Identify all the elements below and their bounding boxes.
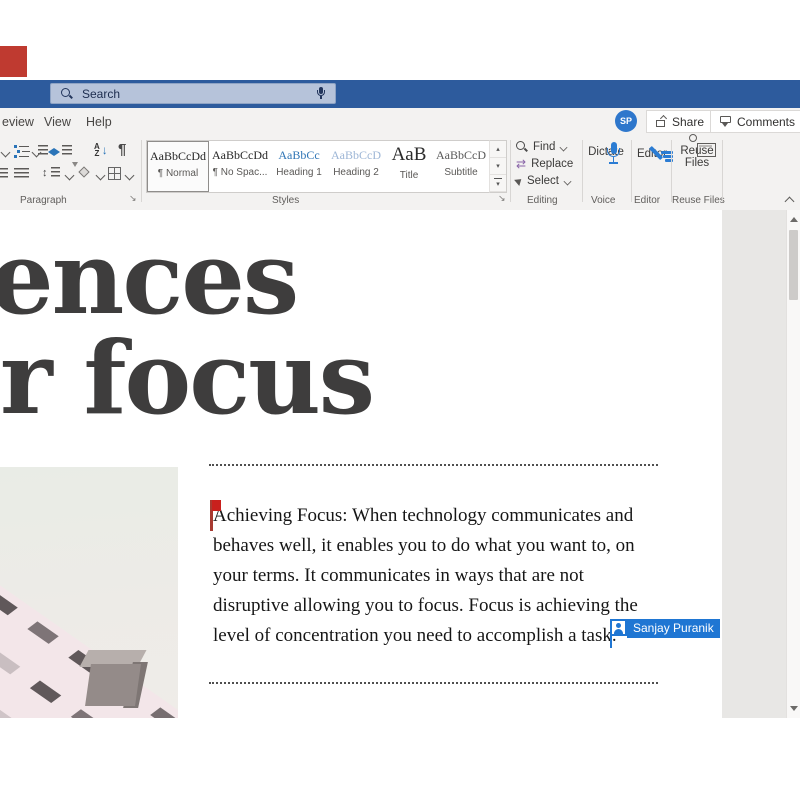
line-spacing-icon[interactable]: ↕ [42,167,60,179]
presence-caret [610,636,612,648]
find-icon [516,141,528,153]
reuse-files-group-label: Reuse Files [672,195,725,206]
style-no-spacing[interactable]: AaBbCcDd ¶ No Spac... [209,141,271,192]
paragraph-dialog-launcher[interactable]: ↘ [129,193,137,204]
collapse-ribbon-icon[interactable] [785,197,795,207]
document-heading-line1: ences [0,228,297,328]
dotted-divider-bottom [209,682,658,684]
select-arrow-icon [514,176,524,186]
editing-group-label: Editing [527,195,558,206]
voice-group-label: Voice [591,195,615,206]
scroll-up-icon[interactable] [790,217,798,222]
chevron-down-icon[interactable] [65,171,75,181]
group-divider [631,140,632,202]
dotted-divider-top [209,464,658,466]
microphone-icon[interactable] [316,87,326,101]
body-paragraph[interactable]: Achieving Focus: When technology communi… [213,501,638,651]
coauthor-presence-badge[interactable]: SP [615,110,637,132]
tab-view[interactable]: View [44,115,71,129]
sort-icon[interactable]: AZ ↓ [94,143,108,157]
balcony-front-face [85,664,141,706]
body-line: behaves well, it enables you to do what … [213,531,638,561]
editor-button[interactable]: Editor [634,143,670,160]
body-line: your terms. It communicates in ways that… [213,561,638,591]
chevron-down-icon[interactable] [96,171,106,181]
page-margin-background [722,210,786,718]
group-divider [582,140,583,202]
align-icon-partial[interactable] [0,168,8,180]
style-subtitle[interactable]: AaBbCcD Subtitle [433,141,489,192]
group-divider [722,140,723,202]
presence-author-label[interactable]: Sanjay Puranik [627,619,720,638]
replace-icon: ⇄ [516,158,526,170]
comments-label: Comments [737,115,795,129]
presence-person-icon[interactable] [610,619,627,636]
gallery-scroll-up-button[interactable]: ▴ [490,141,506,158]
show-paragraph-marks-icon[interactable]: ¶ [118,141,126,158]
editor-group-label: Editor [634,195,660,206]
group-divider [671,140,672,202]
reuse-files-button[interactable]: Reuse Files [674,143,720,169]
body-line: level of concentration you need to accom… [213,621,638,651]
styles-group-label: Styles [272,195,299,206]
red-flag-marker-topleft [0,46,27,77]
title-bar: Search Monica Thomson ◇ × [0,80,800,108]
gallery-scroll-down-button[interactable]: ▾ [490,158,506,175]
document-heading-line2: r focus [0,328,373,428]
share-icon [656,116,667,127]
borders-icon[interactable] [108,167,121,180]
chevron-down-icon [564,177,572,185]
body-line: Achieving Focus: When technology communi… [213,501,638,531]
justify-icon[interactable] [14,168,29,180]
style-heading2[interactable]: AaBbCcD Heading 2 [327,141,385,192]
gallery-more-button[interactable]: ▾ [490,175,506,192]
scroll-down-icon[interactable] [790,706,798,711]
styles-dialog-launcher[interactable]: ↘ [498,193,506,204]
style-normal[interactable]: AaBbCcDd ¶ Normal [147,141,209,192]
select-button[interactable]: Select [516,175,571,187]
style-title[interactable]: AaB Title [385,141,433,192]
chevron-down-icon[interactable] [125,171,135,181]
scrollbar-thumb[interactable] [789,230,798,300]
ribbon-tab-row: eview View Help SP Share Comments [0,108,800,136]
word-window: Search Monica Thomson ◇ × eview View Hel… [0,0,800,800]
chevron-down-icon[interactable] [1,148,11,158]
styles-gallery: AaBbCcDd ¶ Normal AaBbCcDd ¶ No Spac... … [146,140,490,193]
building-photo[interactable] [0,467,178,718]
ribbon: AZ ↓ ¶ ↕ Paragraph ↘ AaBbCcDd ¶ Normal A… [0,136,800,211]
tab-help[interactable]: Help [86,115,112,129]
search-placeholder: Search [82,87,316,101]
vertical-scrollbar[interactable] [786,210,800,718]
find-button[interactable]: Find [516,141,567,153]
paragraph-group-label: Paragraph [20,195,67,206]
group-divider [141,140,142,202]
document-canvas[interactable]: ences r focus Achieving Focus: When tech… [0,210,800,718]
body-line: disruptive allowing you to focus. Focus … [213,591,638,621]
coauthor-red-flag-icon [212,500,221,511]
search-input[interactable]: Search [50,83,336,104]
style-heading1[interactable]: AaBbCc Heading 1 [271,141,327,192]
replace-button[interactable]: ⇄ Replace [516,158,573,170]
group-divider [510,140,511,202]
comments-button[interactable]: Comments [710,110,800,133]
share-label: Share [672,115,704,129]
tab-review-partial[interactable]: eview [2,115,34,129]
share-button[interactable]: Share [646,110,714,133]
search-icon [61,88,73,100]
chevron-down-icon [560,143,568,151]
styles-gallery-scroll: ▴ ▾ ▾ [489,140,507,193]
comment-icon [720,116,732,127]
dictate-button[interactable]: Dictate [585,142,627,158]
